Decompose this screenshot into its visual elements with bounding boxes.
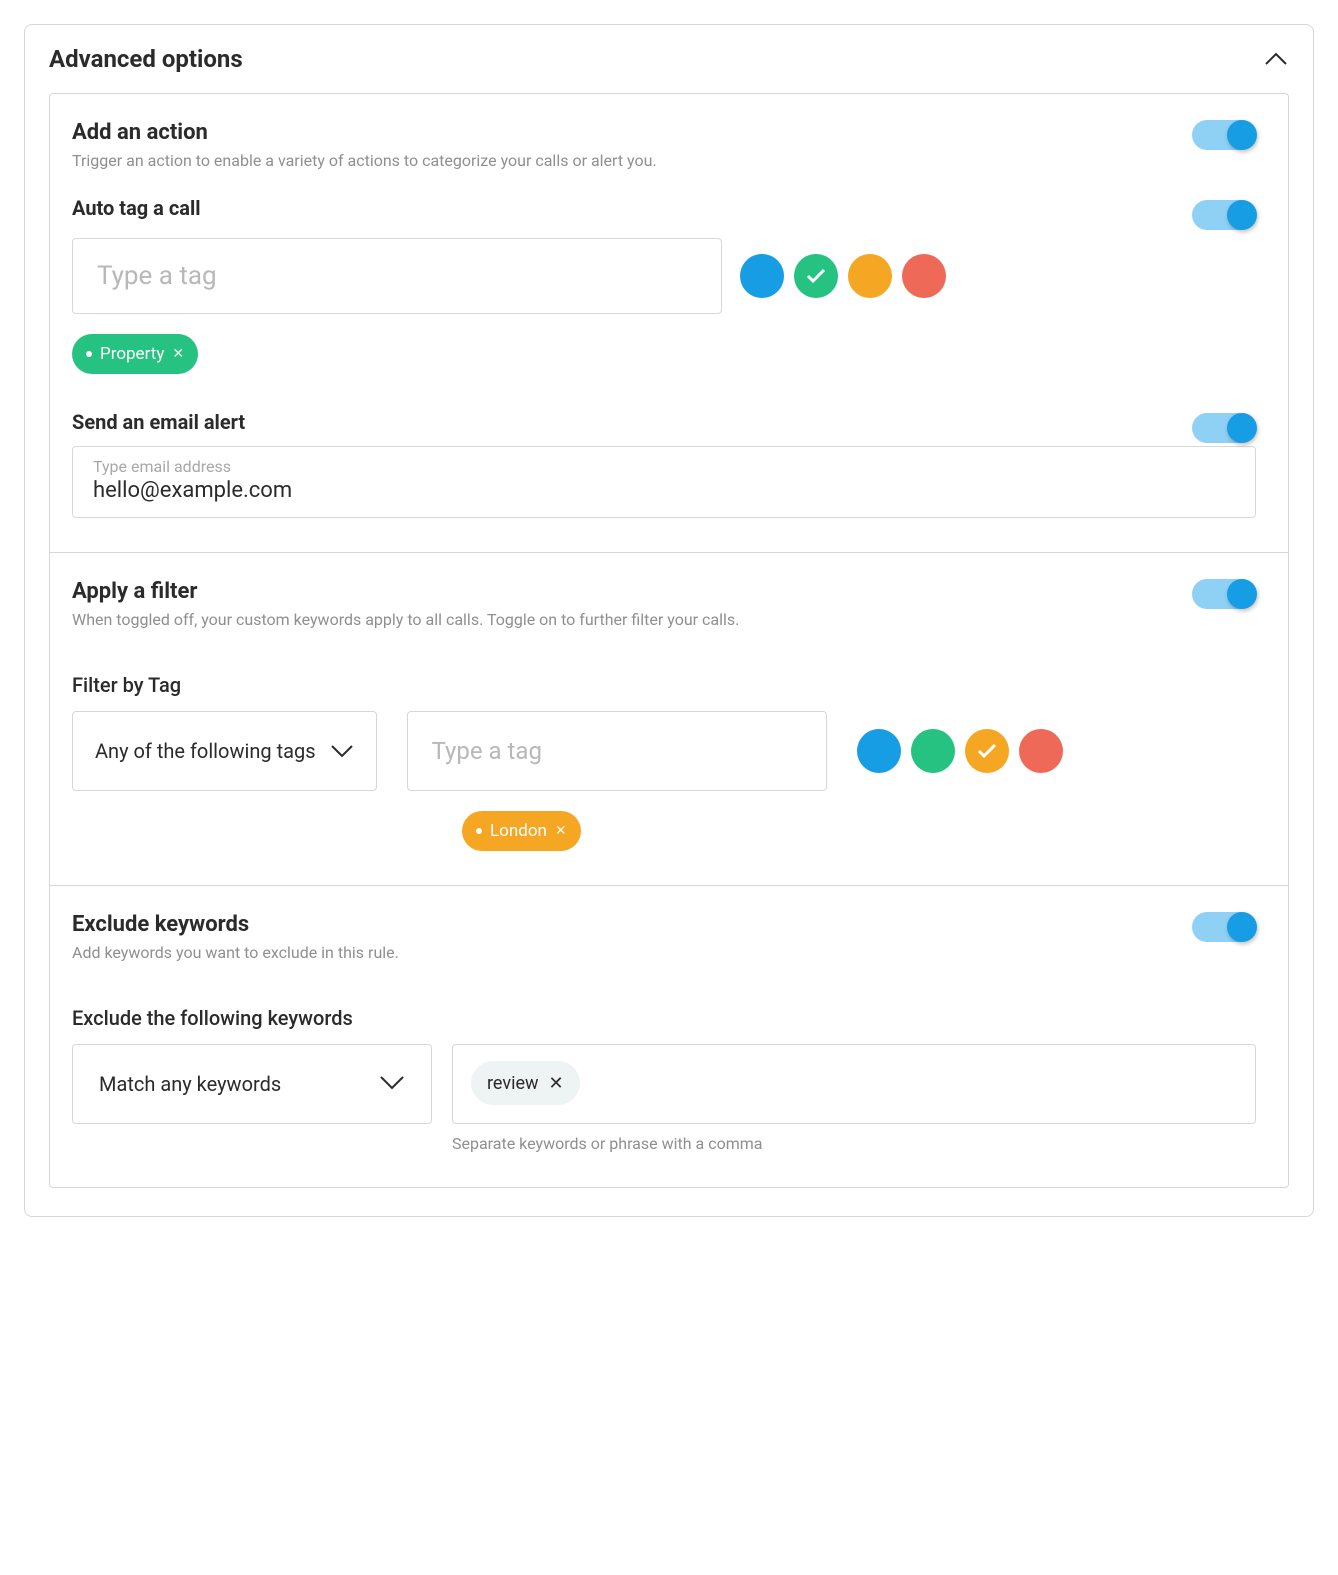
email-alert-title: Send an email alert [72,410,245,434]
close-icon[interactable]: ✕ [549,1073,564,1094]
email-value: hello@example.com [93,478,1235,503]
tag-chip-property[interactable]: Property ✕ [72,334,198,374]
color-swatch-green[interactable] [911,729,955,773]
advanced-options-body: Add an action Trigger an action to enabl… [49,93,1289,1188]
check-icon [806,268,826,284]
auto-tag-input[interactable] [72,238,722,314]
exclude-sub-label: Exclude the following keywords [72,1006,1256,1030]
check-icon [977,743,997,759]
keyword-match-select-value: Match any keywords [99,1072,281,1096]
auto-tag-color-picker [740,254,946,298]
tag-chip-label: Property [100,344,164,364]
color-swatch-orange[interactable] [965,729,1009,773]
color-swatch-blue[interactable] [857,729,901,773]
exclude-keywords-input[interactable]: review ✕ [452,1044,1256,1124]
advanced-options-title: Advanced options [49,45,243,73]
color-swatch-green[interactable] [794,254,838,298]
close-icon[interactable]: ✕ [172,346,184,362]
keyword-chip-review[interactable]: review ✕ [471,1061,580,1105]
collapse-icon[interactable] [1263,46,1289,72]
filter-tag-input[interactable] [407,711,827,791]
apply-filter-desc: When toggled off, your custom keywords a… [72,610,1176,629]
section-apply-filter: Apply a filter When toggled off, your cu… [50,553,1288,886]
tag-chip-london[interactable]: London ✕ [462,811,581,851]
filter-color-picker [857,729,1063,773]
color-swatch-red[interactable] [1019,729,1063,773]
auto-tag-toggle[interactable] [1192,200,1256,230]
color-swatch-blue[interactable] [740,254,784,298]
add-action-title: Add an action [72,120,1176,145]
section-exclude-keywords: Exclude keywords Add keywords you want t… [50,886,1288,1187]
tag-match-select[interactable]: Any of the following tags [72,711,377,791]
keyword-chip-label: review [487,1073,539,1094]
advanced-options-card: Advanced options Add an action Trigger a… [24,24,1314,1217]
section-add-action: Add an action Trigger an action to enabl… [50,94,1288,553]
email-input[interactable]: Type email address hello@example.com [72,446,1256,518]
add-action-desc: Trigger an action to enable a variety of… [72,151,1176,170]
auto-tag-title: Auto tag a call [72,196,201,220]
apply-filter-toggle[interactable] [1192,579,1256,609]
exclude-title: Exclude keywords [72,912,1176,937]
keyword-match-select[interactable]: Match any keywords [72,1044,432,1124]
filter-by-tag-label: Filter by Tag [72,673,1256,697]
exclude-desc: Add keywords you want to exclude in this… [72,943,1176,962]
exclude-toggle[interactable] [1192,912,1256,942]
apply-filter-title: Apply a filter [72,579,1176,604]
dot-icon [86,351,92,357]
color-swatch-orange[interactable] [848,254,892,298]
close-icon[interactable]: ✕ [555,823,567,839]
color-swatch-red[interactable] [902,254,946,298]
exclude-hint: Separate keywords or phrase with a comma [452,1134,1256,1153]
email-alert-toggle[interactable] [1192,413,1256,443]
email-placeholder: Type email address [93,457,1235,476]
chevron-down-icon [330,739,354,763]
advanced-options-header: Advanced options [49,45,1289,73]
dot-icon [476,828,482,834]
add-action-toggle[interactable] [1192,120,1256,150]
tag-chip-label: London [490,821,547,841]
tag-match-select-value: Any of the following tags [95,739,316,763]
chevron-down-icon [379,1072,405,1096]
